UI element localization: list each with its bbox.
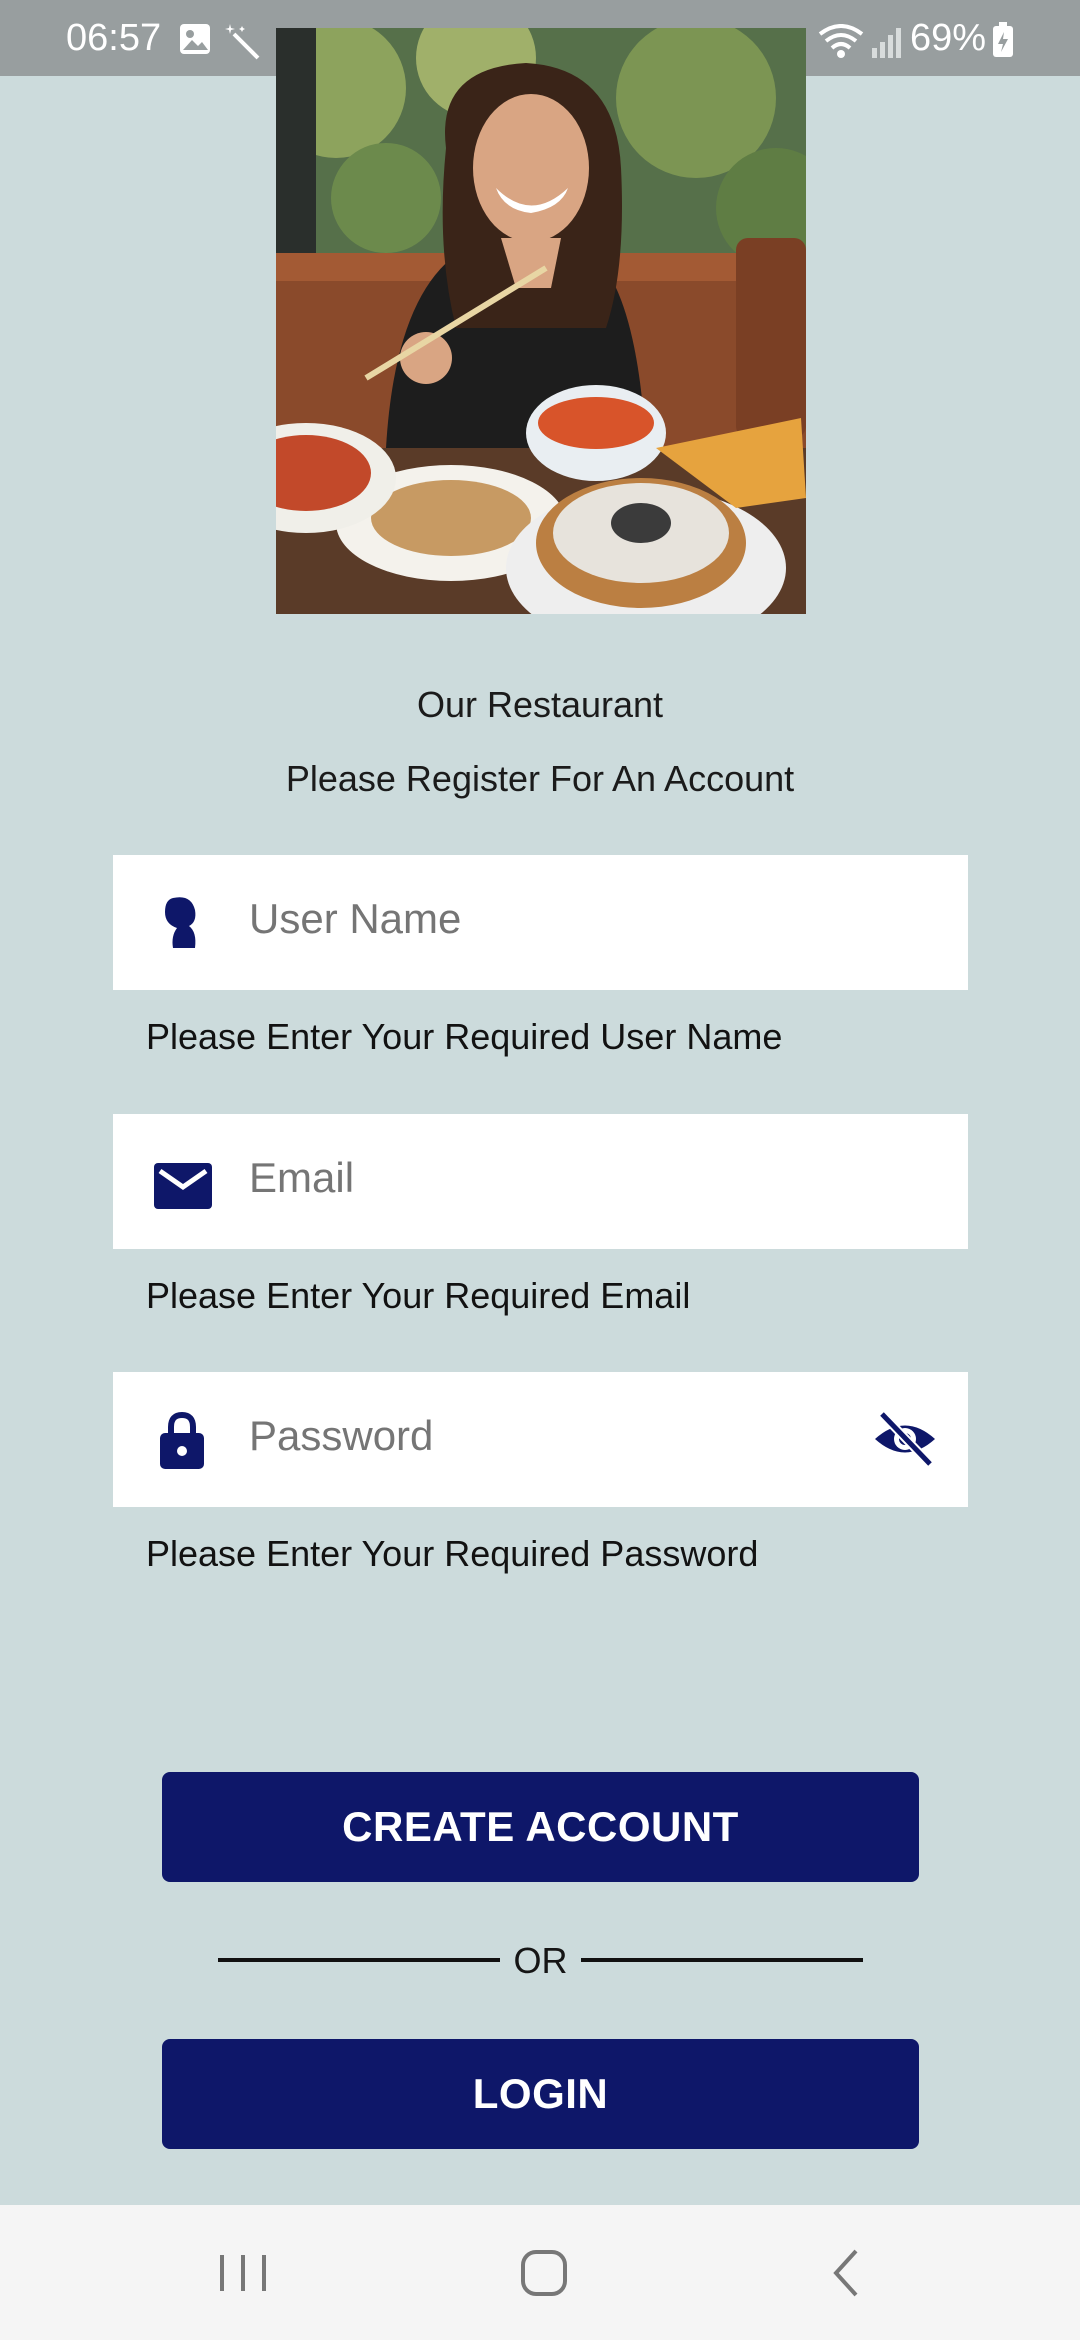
email-input[interactable] [249,1154,809,1202]
divider-right [581,1958,863,1962]
visibility-off-icon[interactable] [872,1408,938,1470]
password-input[interactable] [249,1412,809,1460]
password-helper-text: Please Enter Your Required Password [146,1533,759,1574]
login-button[interactable]: LOGIN [162,2039,919,2149]
magic-wand-icon [225,24,260,60]
username-input[interactable] [249,895,809,943]
battery-icon [993,22,1013,57]
email-helper-text: Please Enter Your Required Email [146,1275,691,1316]
username-field[interactable] [113,855,968,990]
signal-icon [872,28,901,58]
home-icon[interactable] [509,2241,579,2305]
divider-left [218,1958,500,1962]
app-title: Our Restaurant [416,684,664,725]
wifi-icon [818,24,864,58]
or-separator: OR [513,1940,568,1981]
create-account-button[interactable]: CREATE ACCOUNT [162,1772,919,1882]
system-navigation-bar [0,2205,1080,2340]
password-field[interactable] [113,1372,968,1507]
gallery-icon [180,24,210,54]
email-field[interactable] [113,1114,968,1249]
page-subtitle: Please Register For An Account [285,758,795,799]
person-icon [165,897,196,948]
back-icon[interactable] [812,2241,882,2305]
restaurant-hero-image [276,28,806,614]
battery-percent: 69% [909,17,986,59]
lock-icon [160,1411,204,1469]
mail-icon [154,1163,212,1209]
username-helper-text: Please Enter Your Required User Name [146,1016,783,1057]
recent-apps-icon[interactable] [208,2241,278,2305]
status-time: 06:57 [66,17,162,59]
